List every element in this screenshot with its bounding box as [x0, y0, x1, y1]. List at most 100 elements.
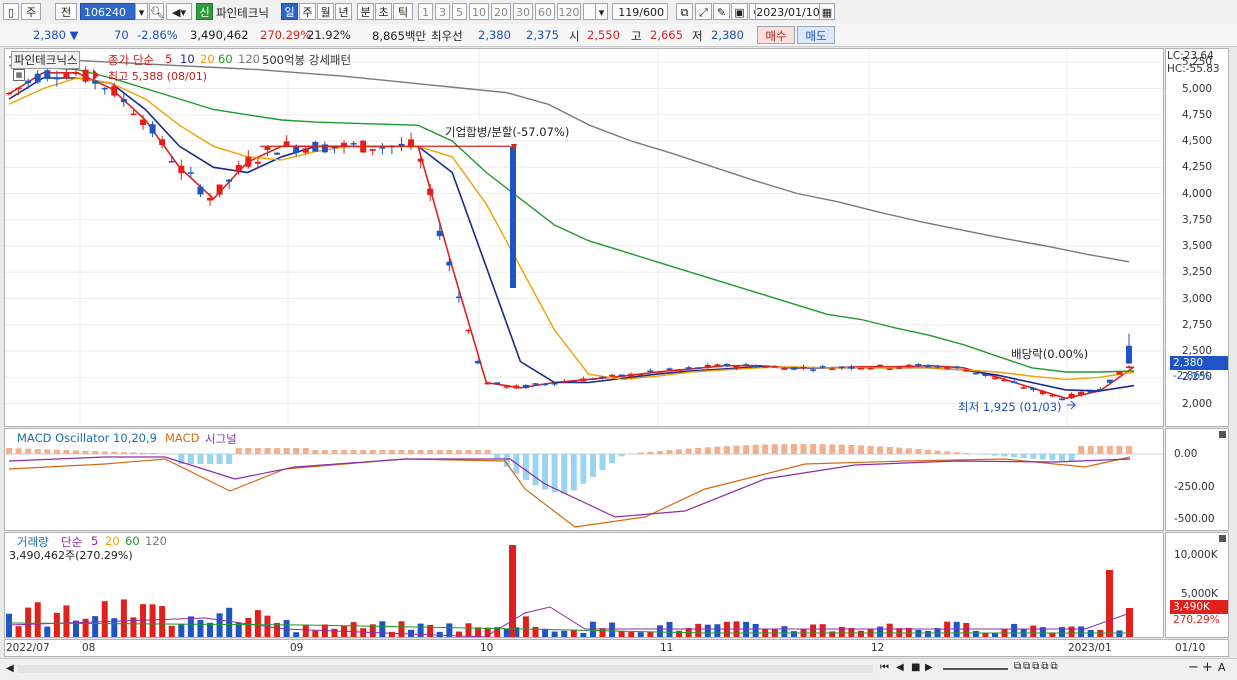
macd-osc-bar — [571, 454, 577, 491]
candle-body — [1011, 382, 1017, 384]
tab-period-minute[interactable]: 분 — [357, 3, 374, 20]
candle-body — [801, 367, 807, 369]
scroll-track[interactable] — [18, 665, 873, 673]
macd-close-icon[interactable] — [1219, 431, 1226, 438]
pane-settings-icon[interactable]: ▦ — [13, 69, 25, 81]
macd-pane[interactable]: MACD Oscillator 10,20,9 MACD 시그널 — [4, 428, 1164, 531]
volume-bar — [121, 599, 127, 637]
code-dropdown-icon[interactable]: ▾ — [135, 3, 148, 20]
price-pane[interactable]: 파인테크닉스 종가 단순 5 10 20 60 120 500억봉 강세패턴 ▦… — [4, 48, 1164, 427]
candle-body — [475, 361, 481, 363]
macd-osc-bar — [111, 452, 117, 454]
interval-10[interactable]: 10 — [469, 3, 489, 20]
volume-bar — [523, 616, 529, 637]
candle-body — [255, 162, 261, 164]
x-label-right: 01/10 — [1175, 642, 1205, 654]
sell-button[interactable]: 매도 — [797, 26, 835, 44]
macd-osc-bar — [303, 448, 309, 454]
macd-osc-bar — [1078, 446, 1084, 454]
volume-bar — [973, 631, 979, 637]
text-tool-icon[interactable]: A — [1218, 661, 1226, 674]
price-tab[interactable]: 파인테크닉스 — [11, 51, 80, 69]
drawing-icon[interactable]: ✎ — [713, 3, 730, 20]
interval-30[interactable]: 30 — [513, 3, 533, 20]
volume-bar — [16, 626, 22, 637]
volume-pane[interactable]: 거래량 단순 5 20 60 120 3,490,462주(270.29%) — [4, 532, 1164, 638]
interval-120[interactable]: 120 — [557, 3, 581, 20]
volume-bar — [312, 631, 318, 637]
split-annotation: 기업합병/분할(-57.07%) — [445, 124, 569, 140]
best-bid: 2,375 — [526, 28, 559, 42]
candle-body — [657, 371, 663, 373]
tab-period-day[interactable]: 일 — [281, 3, 298, 20]
price-tick-label: 4,500 — [1182, 135, 1212, 147]
macd-osc-bar — [848, 445, 854, 454]
date-input[interactable]: 2023/01/10 — [755, 3, 821, 20]
macd-osc-bar — [609, 454, 615, 463]
price-tick-label: 3,500 — [1182, 240, 1212, 252]
bottom-scrollbar[interactable]: ◀ ⏮ ◀ ■ ▶ ⧉⧉⧉⧉⧉ − + A — [0, 658, 1237, 680]
volume-bar — [303, 625, 309, 637]
tab-period-year[interactable]: 년 — [335, 3, 352, 20]
volume-close-icon[interactable] — [1219, 535, 1226, 542]
candle-body — [992, 378, 998, 380]
x-label-1: 08 — [82, 642, 95, 654]
interval-1[interactable]: 1 — [418, 3, 433, 20]
next-icon[interactable]: ▶ — [925, 662, 933, 673]
volume-bar — [753, 624, 759, 637]
candle-body — [1030, 388, 1036, 390]
search-icon[interactable]: 🔍︎ — [149, 3, 164, 20]
volume-bar — [676, 631, 682, 637]
prev-button[interactable]: 전 — [55, 3, 77, 20]
candle-body — [1040, 391, 1046, 394]
macd-osc-bar — [944, 451, 950, 454]
macd-osc-bar — [982, 454, 988, 455]
new-badge[interactable]: 신 — [196, 3, 213, 20]
scroll-left-icon[interactable]: ◀ — [6, 663, 14, 674]
chart-type-icon[interactable]: ⧉ — [676, 3, 693, 20]
macd-osc-bar — [35, 449, 41, 454]
stock-code-input[interactable]: 106240 — [80, 3, 136, 20]
tab-period-second[interactable]: 초 — [375, 3, 392, 20]
first-icon[interactable]: ⏮ — [880, 662, 889, 673]
tab-period-tick[interactable]: 틱 — [393, 3, 413, 20]
volume-bar — [829, 631, 835, 637]
prev-icon[interactable]: ◀ — [896, 662, 904, 673]
ma-line-60 — [9, 65, 1134, 372]
macd-osc-bar — [159, 453, 165, 454]
interval-60[interactable]: 60 — [535, 3, 555, 20]
tab-period-month[interactable]: 월 — [317, 3, 334, 20]
volume-bar — [150, 604, 156, 637]
low-marker-icon — [1067, 401, 1075, 409]
tools-icon[interactable]: ⤢ — [695, 3, 712, 20]
interval-5[interactable]: 5 — [452, 3, 467, 20]
interval-20[interactable]: 20 — [491, 3, 511, 20]
period-selector[interactable]: 주 — [21, 3, 41, 20]
candle-body — [102, 88, 108, 90]
volume-bar — [178, 624, 184, 637]
tab-period-week[interactable]: 주 — [299, 3, 316, 20]
zoom-out-icon[interactable]: − — [1188, 660, 1199, 675]
macd-osc-bar — [906, 448, 912, 454]
zoom-in-icon[interactable]: + — [1202, 660, 1213, 675]
buy-button[interactable]: 매수 — [757, 26, 795, 44]
interval-3[interactable]: 3 — [435, 3, 450, 20]
layout-icons[interactable]: ⧉⧉⧉⧉⧉ — [1014, 661, 1060, 672]
macd-osc-bar — [504, 454, 510, 467]
signal-legend: 시그널 — [205, 431, 237, 447]
macd-osc-bar — [475, 450, 481, 454]
volume-bar — [465, 623, 471, 637]
candle-body — [293, 146, 299, 152]
macd-osc-bar — [714, 447, 720, 454]
chart-menu-icon[interactable]: ▯ — [3, 3, 19, 20]
low-label: 저 — [692, 28, 703, 44]
macd-osc-bar — [370, 450, 376, 454]
calendar-icon[interactable]: ▦ — [819, 3, 835, 20]
save-icon[interactable]: ▣ — [731, 3, 748, 20]
speaker-icon[interactable]: ◀▾ — [166, 3, 192, 20]
interval-dropdown-icon[interactable]: ▾ — [595, 3, 608, 20]
volume-spike-bar — [1106, 570, 1113, 637]
zoom-slider[interactable] — [943, 668, 1008, 670]
stop-icon[interactable]: ■ — [911, 662, 920, 673]
candle-body — [600, 377, 606, 379]
